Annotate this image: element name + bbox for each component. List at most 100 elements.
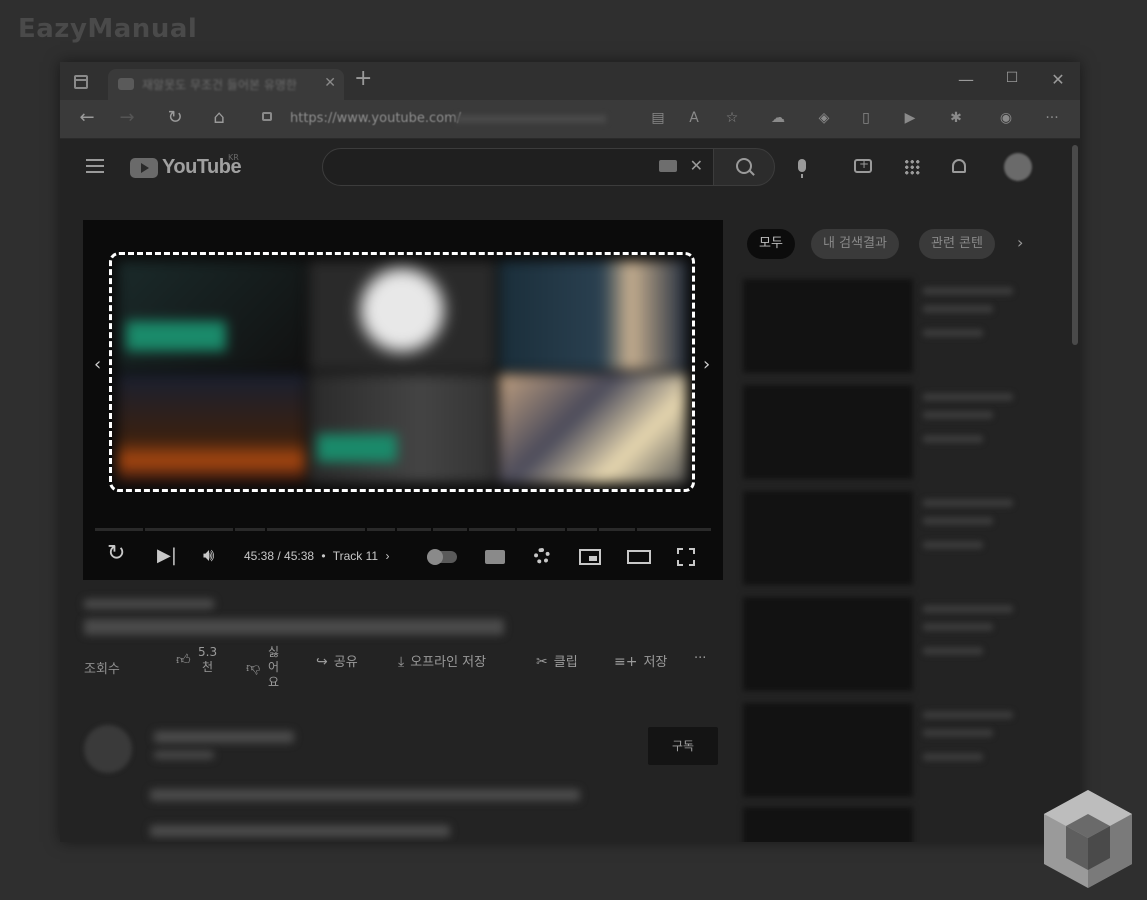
video-tags-blurred bbox=[84, 599, 214, 609]
more-actions-icon: ··· bbox=[694, 651, 707, 666]
read-aloud-icon[interactable]: A bbox=[686, 110, 702, 126]
dislike-char-1: 싫 bbox=[268, 645, 280, 659]
keyboard-icon[interactable] bbox=[659, 160, 677, 172]
miniplayer-icon[interactable] bbox=[579, 549, 601, 565]
extensions-icon[interactable]: ✱ bbox=[948, 110, 964, 126]
channel-avatar[interactable] bbox=[84, 725, 132, 773]
tab-actions-icon[interactable] bbox=[74, 75, 88, 89]
progress-bar[interactable] bbox=[95, 528, 711, 531]
forward-icon[interactable]: → bbox=[116, 108, 138, 128]
download-button[interactable]: ⤓ 오프라인 저장 bbox=[398, 651, 486, 670]
end-screen-video-3[interactable] bbox=[499, 261, 686, 370]
share-label: 공유 bbox=[333, 655, 358, 670]
dislike-button[interactable]: 👎︎ bbox=[246, 659, 266, 676]
fullscreen-icon[interactable] bbox=[677, 548, 695, 566]
search-input[interactable]: ✕ bbox=[322, 148, 714, 186]
end-screen-highlight bbox=[109, 252, 695, 492]
chip-all[interactable]: 모두 bbox=[747, 229, 795, 259]
playlist-add-icon: ≡+ bbox=[614, 654, 638, 670]
more-icon[interactable]: ··· bbox=[1044, 110, 1060, 126]
autoplay-toggle[interactable] bbox=[427, 549, 457, 565]
end-screen-video-1[interactable] bbox=[118, 261, 305, 370]
cloud-icon[interactable]: ☁ bbox=[770, 110, 786, 126]
notifications-bell-icon[interactable] bbox=[952, 159, 966, 173]
subtitles-icon[interactable] bbox=[485, 550, 505, 564]
hamburger-menu-icon[interactable] bbox=[86, 159, 104, 173]
download-label: 오프라인 저장 bbox=[410, 655, 487, 670]
video-title-blurred bbox=[84, 619, 504, 635]
player-controls: ↻ ▶| 🔊︎ 45:38 / 45:38 • Track 11 › bbox=[83, 536, 723, 576]
youtube-logo[interactable]: YouTube KR bbox=[130, 153, 242, 180]
save-button[interactable]: ≡+ 저장 bbox=[614, 651, 667, 670]
recommended-video[interactable] bbox=[743, 385, 1023, 479]
chip-related[interactable]: 관련 콘텐 bbox=[919, 229, 995, 259]
save-label: 저장 bbox=[643, 655, 668, 670]
home-icon[interactable]: ⌂ bbox=[208, 108, 230, 128]
next-page-icon[interactable]: › bbox=[703, 354, 710, 375]
minimize-icon[interactable]: — bbox=[956, 70, 976, 89]
create-video-icon[interactable] bbox=[854, 157, 872, 173]
page-scrollbar[interactable] bbox=[1072, 145, 1078, 345]
close-window-icon[interactable]: ✕ bbox=[1048, 70, 1068, 89]
channel-name-blurred bbox=[154, 731, 294, 743]
chips-next-icon[interactable]: › bbox=[1017, 233, 1023, 252]
url-text: https://www.youtube.com/ bbox=[290, 111, 462, 126]
time-display: 45:38 / 45:38 • Track 11 › bbox=[244, 549, 389, 563]
volume-icon[interactable]: 🔊︎ bbox=[203, 546, 214, 566]
theater-mode-icon[interactable] bbox=[627, 550, 651, 564]
recommended-video[interactable] bbox=[743, 807, 1023, 842]
apps-grid-icon[interactable] bbox=[904, 159, 920, 175]
recommended-video[interactable] bbox=[743, 279, 1023, 373]
chapter-chevron-icon[interactable]: › bbox=[385, 549, 389, 563]
favorite-icon[interactable]: ☆ bbox=[724, 110, 740, 126]
recommended-thumbnail bbox=[743, 385, 913, 479]
clip-button[interactable]: ✂ 클립 bbox=[536, 651, 578, 670]
youtube-play-icon bbox=[130, 158, 158, 178]
time-value: 45:38 / 45:38 bbox=[244, 549, 315, 563]
video-player[interactable]: ‹ › ↻ ▶| 🔊︎ 45:38 / 45:38 • Track 11 › bbox=[83, 220, 723, 580]
reader-icon[interactable]: ▤ bbox=[650, 110, 666, 126]
media-icon[interactable]: ▶ bbox=[902, 110, 918, 126]
like-button[interactable]: 👍︎ bbox=[176, 651, 197, 668]
clip-label: 클립 bbox=[553, 655, 578, 670]
split-screen-icon[interactable]: ▯ bbox=[858, 110, 874, 126]
account-avatar[interactable] bbox=[1004, 153, 1032, 181]
maximize-icon[interactable]: ☐ bbox=[1002, 70, 1022, 86]
new-tab-button[interactable]: + bbox=[354, 68, 372, 90]
reload-icon[interactable]: ↻ bbox=[164, 108, 186, 128]
settings-gear-icon[interactable] bbox=[534, 548, 550, 564]
back-icon[interactable]: ← bbox=[76, 108, 98, 128]
end-screen-grid bbox=[118, 261, 686, 483]
country-code: KR bbox=[228, 153, 239, 162]
like-count-unit: 천 bbox=[202, 660, 214, 674]
cube-logo-icon bbox=[1044, 790, 1132, 888]
extension-icon[interactable]: ◈ bbox=[816, 110, 832, 126]
recommended-video[interactable] bbox=[743, 703, 1023, 797]
tab-close-icon[interactable]: ✕ bbox=[324, 75, 336, 91]
tab-bar: 재알못도 무조건 들어본 유명한 ✕ + — ☐ ✕ bbox=[60, 62, 1080, 100]
chapter-title[interactable]: Track 11 bbox=[333, 549, 378, 563]
end-screen-video-5[interactable] bbox=[308, 374, 496, 483]
watermark: EazyManual bbox=[18, 14, 198, 44]
search-icon bbox=[736, 158, 752, 174]
dislike-label: 싫 어 요 bbox=[268, 645, 279, 690]
next-video-icon[interactable]: ▶| bbox=[157, 546, 177, 566]
recommended-thumbnail bbox=[743, 597, 913, 691]
subscribe-button[interactable]: 구독 bbox=[648, 727, 718, 765]
microphone-icon[interactable] bbox=[798, 159, 806, 178]
end-screen-video-2[interactable] bbox=[308, 261, 496, 370]
browser-tab[interactable]: 재알못도 무조건 들어본 유명한 ✕ bbox=[108, 69, 344, 100]
url-blurred-path bbox=[456, 115, 606, 123]
clear-search-icon[interactable]: ✕ bbox=[690, 156, 703, 175]
replay-icon[interactable]: ↻ bbox=[107, 543, 125, 565]
previous-page-icon[interactable]: ‹ bbox=[94, 354, 101, 375]
share-button[interactable]: ↪ 공유 bbox=[316, 651, 358, 670]
recommended-video[interactable] bbox=[743, 597, 1023, 691]
end-screen-video-6[interactable] bbox=[499, 374, 686, 483]
search-button[interactable] bbox=[713, 148, 775, 186]
more-actions-button[interactable]: ··· bbox=[694, 651, 706, 666]
end-screen-video-4[interactable] bbox=[118, 374, 305, 483]
recommended-video[interactable] bbox=[743, 491, 1023, 585]
profile-icon[interactable]: ◉ bbox=[998, 110, 1014, 126]
chip-my-searches[interactable]: 내 검색결과 bbox=[811, 229, 899, 259]
